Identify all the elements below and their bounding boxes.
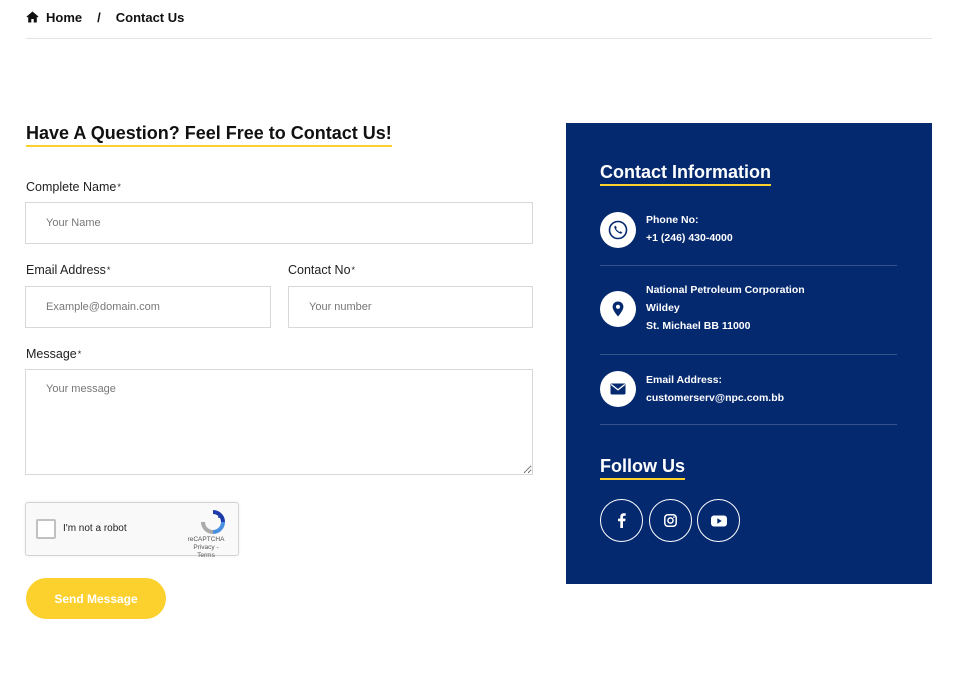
address-line-1: National Petroleum Corporation — [646, 284, 805, 296]
message-textarea[interactable] — [25, 369, 533, 475]
breadcrumb: Home / Contact Us — [26, 9, 184, 25]
breadcrumb-divider — [26, 38, 932, 39]
info-divider — [600, 424, 897, 425]
phone-value[interactable]: +1 (246) 430-4000 — [646, 229, 733, 247]
contact-label: Contact No* — [288, 263, 356, 277]
facebook-icon — [617, 513, 626, 528]
address-info: National Petroleum Corporation Wildey St… — [600, 281, 897, 339]
recaptcha-logo-icon — [200, 510, 226, 534]
send-message-button[interactable]: Send Message — [26, 578, 166, 619]
youtube-icon — [710, 515, 727, 527]
contact-number-input[interactable] — [288, 286, 533, 328]
email-input[interactable] — [25, 286, 271, 328]
info-divider — [600, 354, 897, 355]
message-label: Message* — [26, 347, 82, 361]
breadcrumb-current: Contact Us — [115, 9, 185, 25]
form-title: Have A Question? Feel Free to Contact Us… — [26, 122, 392, 147]
follow-us-title: Follow Us — [600, 455, 685, 480]
email-label: Email Address: — [646, 374, 723, 386]
name-label: Complete Name* — [26, 180, 121, 194]
recaptcha-widget: I'm not a robot reCAPTCHA Privacy - Term… — [25, 502, 239, 559]
email-label: Email Address* — [26, 263, 111, 277]
instagram-icon — [664, 514, 677, 527]
home-icon[interactable] — [26, 11, 39, 23]
breadcrumb-home-link[interactable]: Home — [46, 10, 82, 25]
breadcrumb-separator: / — [97, 9, 101, 25]
phone-info: Phone No: +1 (246) 430-4000 — [600, 212, 897, 252]
location-pin-icon — [600, 291, 636, 327]
instagram-button[interactable] — [649, 499, 692, 542]
recaptcha-checkbox[interactable] — [36, 519, 56, 539]
address-line-2: Wildey — [646, 302, 680, 314]
name-input[interactable] — [25, 202, 533, 244]
contact-info-panel: Contact Information Phone No: +1 (246) 4… — [566, 123, 932, 584]
email-info: Email Address: customerserv@npc.com.bb — [600, 371, 897, 411]
contact-info-title: Contact Information — [600, 161, 771, 186]
phone-label: Phone No: — [646, 214, 699, 226]
envelope-icon — [600, 371, 636, 407]
address-line-3: St. Michael BB 11000 — [646, 320, 751, 332]
info-divider — [600, 265, 897, 266]
recaptcha-label: I'm not a robot — [63, 523, 127, 534]
phone-icon — [600, 212, 636, 248]
recaptcha-links[interactable]: Privacy - Terms — [184, 544, 228, 560]
recaptcha-brand-text: reCAPTCHA — [187, 536, 225, 543]
facebook-button[interactable] — [600, 499, 643, 542]
email-value[interactable]: customerserv@npc.com.bb — [646, 389, 784, 407]
youtube-button[interactable] — [697, 499, 740, 542]
recaptcha-brand: reCAPTCHA Privacy - Terms — [184, 536, 228, 560]
